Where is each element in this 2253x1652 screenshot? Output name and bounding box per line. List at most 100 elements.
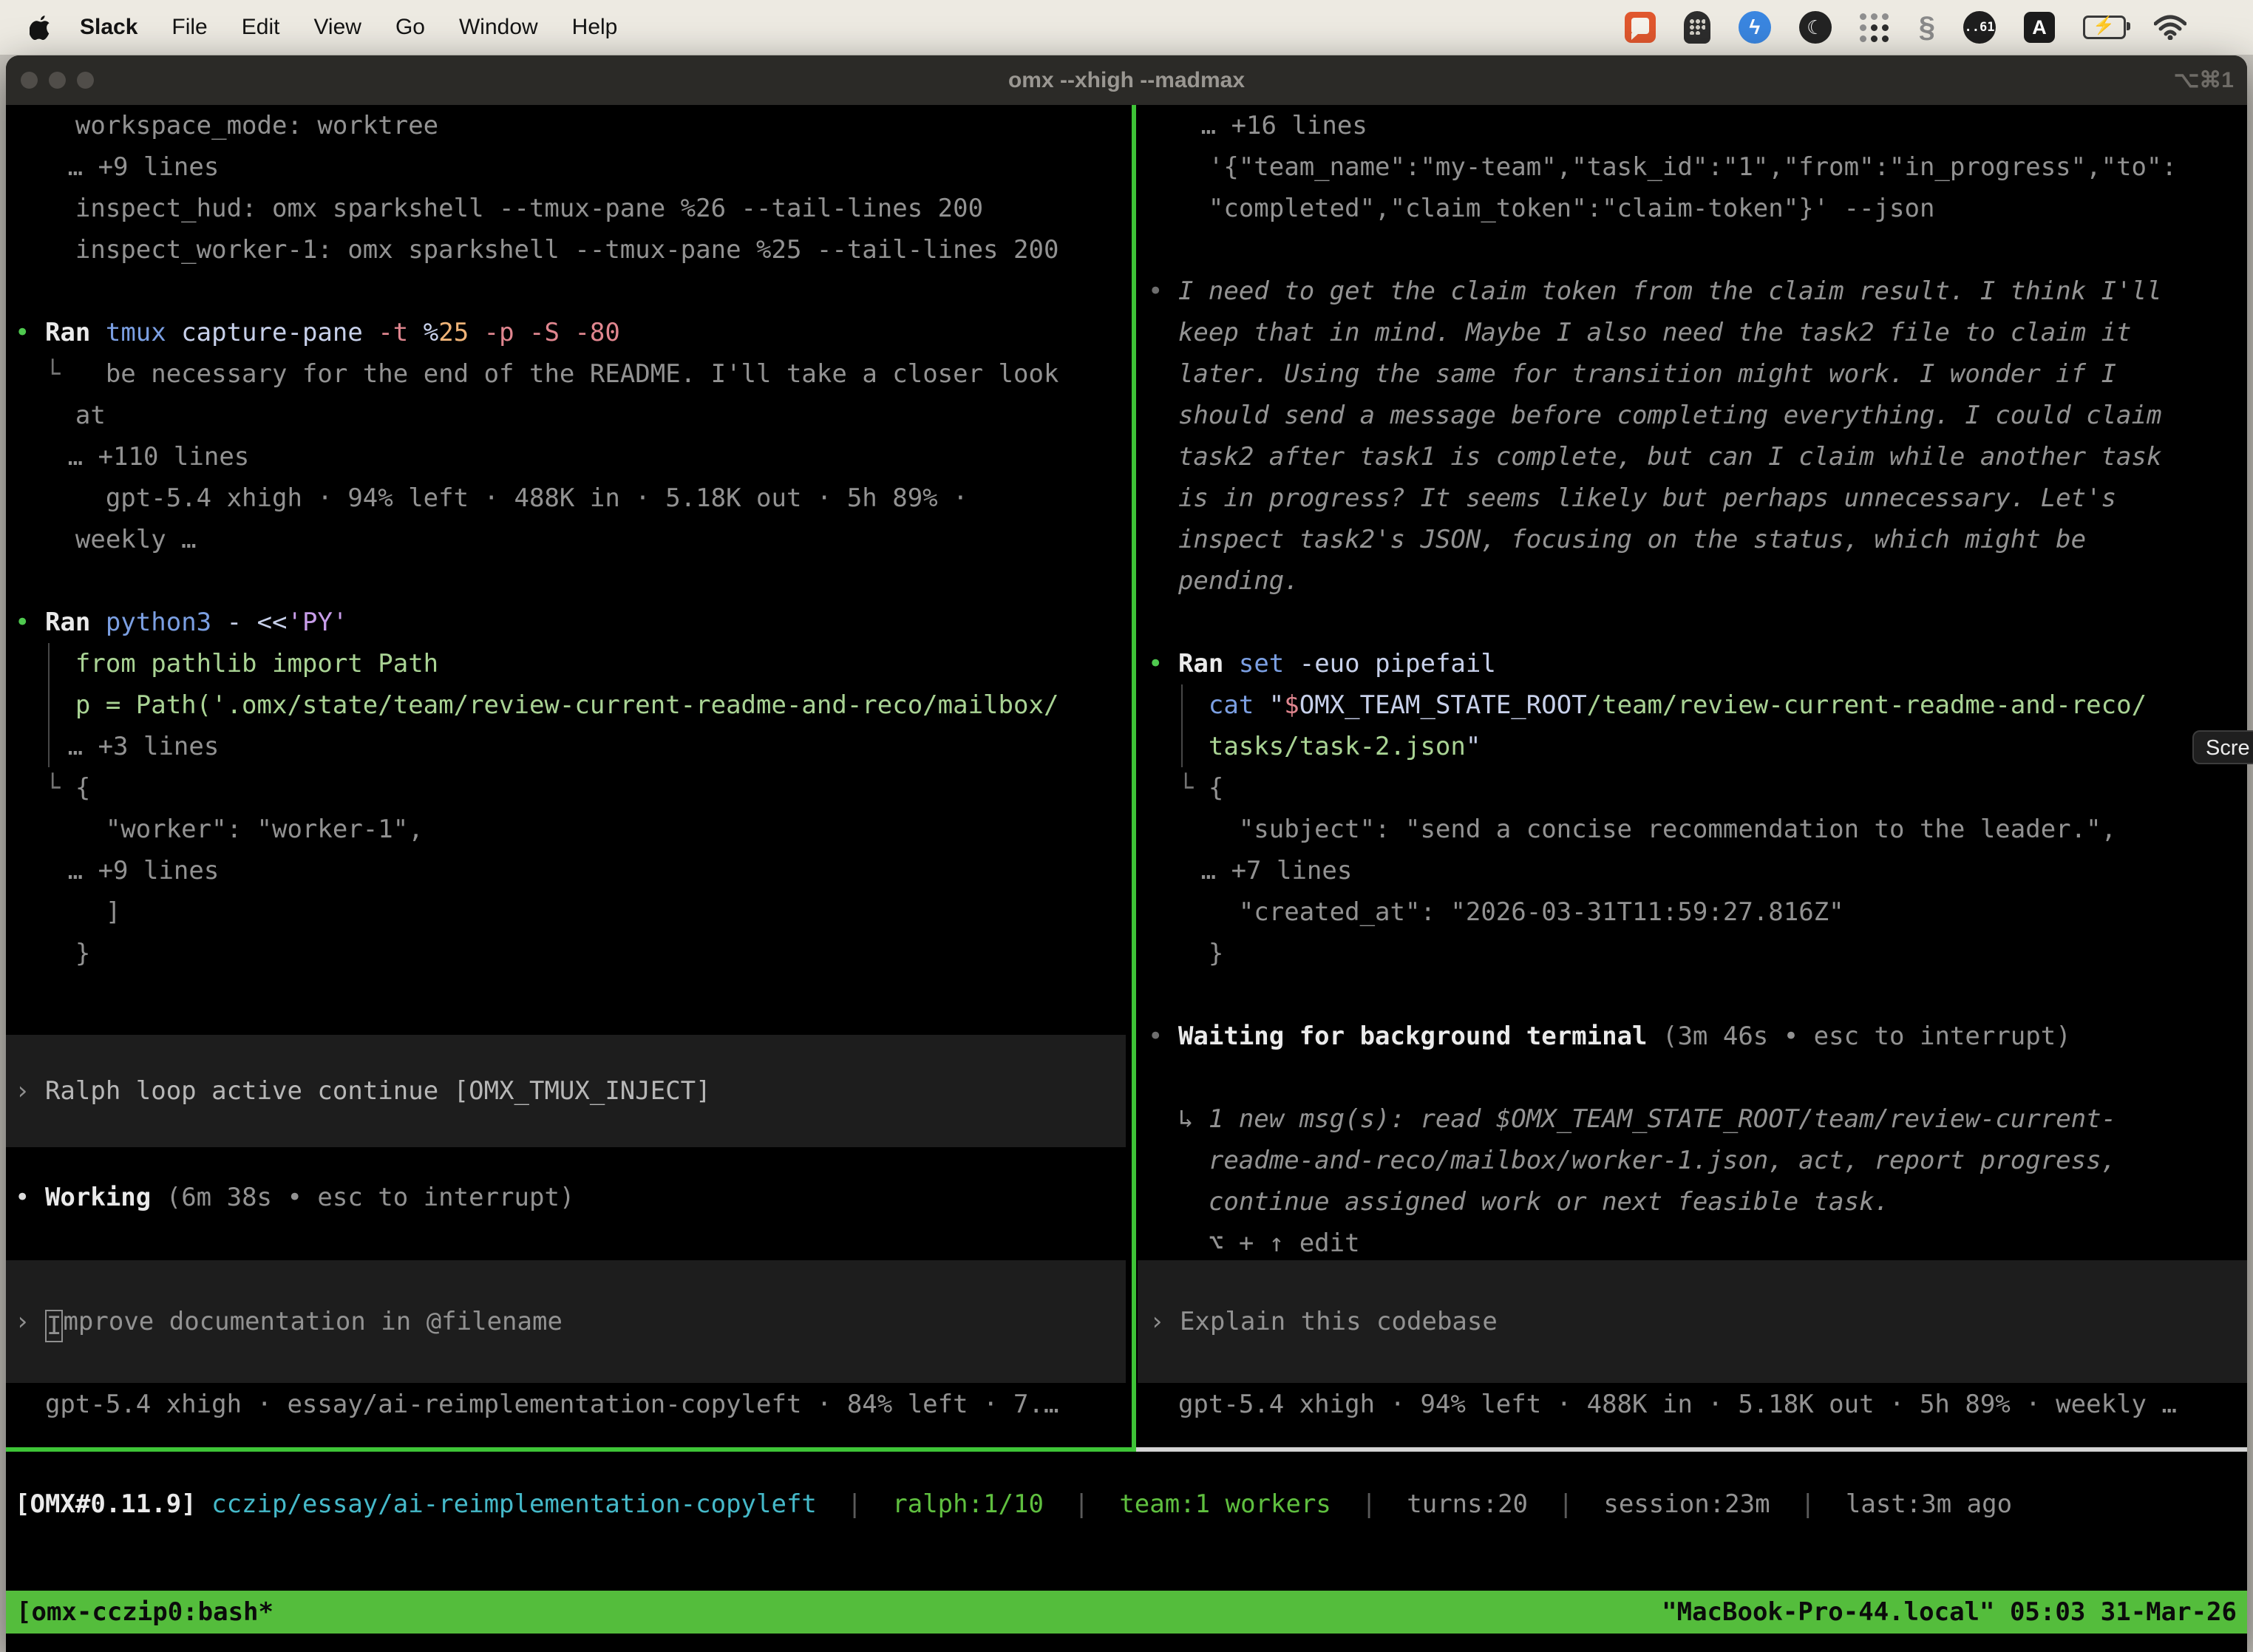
tmux-host-clock-label: "MacBook-Pro-44.local" 05:03 31-Mar-26 [1662, 1591, 2237, 1634]
terminal-line: … +3 lines [6, 726, 1132, 767]
close-button[interactable] [21, 72, 38, 89]
gauge-icon[interactable]: ..61 [1963, 11, 1996, 44]
terminal-line: [OMX#0.11.9] cczip/essay/ai-reimplementa… [15, 1483, 2247, 1525]
terminal-line: • Ran tmux capture-pane -t %25 -p -S -80 [6, 312, 1132, 353]
terminal-line: gpt-5.4 xhigh · 94% left · 488K in · 5.1… [1136, 1384, 2247, 1425]
terminal-line: continue assigned work or next feasible … [1136, 1181, 2247, 1223]
terminal-line: is in progress? It seems likely but perh… [1136, 477, 2247, 519]
terminal-line: • Waiting for background terminal (3m 46… [1136, 1016, 2247, 1057]
window-shortcut-badge: ⌥⌘1 [2174, 67, 2234, 93]
tmux-status-bar: [omx-cczip0:bash* "MacBook-Pro-44.local"… [6, 1591, 2247, 1634]
left-pane-scrollback: workspace_mode: worktree… +9 linesinspec… [6, 105, 1132, 974]
terminal-line: '{"team_name":"my-team","task_id":"1","f… [1136, 146, 2247, 188]
omx-hud-status-line: [OMX#0.11.9] cczip/essay/ai-reimplementa… [6, 1483, 2247, 1525]
stats-curve-icon[interactable]: § [1919, 11, 1935, 44]
terminal-line: inspect_hud: omx sparkshell --tmux-pane … [6, 188, 1132, 229]
terminal-line: "worker": "worker-1", [6, 809, 1132, 850]
focus-moon-icon[interactable]: ☾ [1799, 11, 1832, 44]
terminal-line: ↳ 1 new msg(s): read $OMX_TEAM_STATE_ROO… [1136, 1098, 2247, 1140]
terminal-line: from pathlib import Path [6, 643, 1132, 684]
terminal-line: ] [6, 891, 1132, 933]
left-pane-bottom-border [6, 1447, 1136, 1452]
terminal-line: … +16 lines [1136, 105, 2247, 146]
wifi-icon[interactable] [2154, 15, 2186, 40]
composer-input-right[interactable]: › Explain this codebase [1138, 1260, 2247, 1383]
terminal-line: … +110 lines [6, 436, 1132, 477]
terminal-line: › Improve documentation in @filename [6, 1301, 1126, 1342]
battery-icon[interactable]: ⚡ [2083, 16, 2126, 39]
menu-bar-status-icons: ϟ ☾ § ..61 A ⚡ [1625, 11, 2186, 44]
terminal-line [1136, 1057, 2247, 1098]
terminal-line [6, 560, 1132, 602]
terminal-line: › Ralph loop active continue [OMX_TMUX_I… [6, 1070, 1126, 1112]
left-pane-status-line: gpt-5.4 xhigh · essay/ai-reimplementatio… [6, 1384, 1132, 1425]
terminal-line: task2 after task1 is complete, but can I… [1136, 436, 2247, 477]
terminal-line: "subject": "send a concise recommendatio… [1136, 809, 2247, 850]
terminal-line: … +9 lines [6, 146, 1132, 188]
tmux-pane-left[interactable]: workspace_mode: worktree… +9 linesinspec… [6, 105, 1132, 1447]
terminal-line: └ { [6, 767, 1132, 809]
messenger-icon[interactable]: ϟ [1739, 11, 1771, 44]
terminal-line: } [1136, 933, 2247, 974]
terminal-line: … +7 lines [1136, 850, 2247, 891]
menu-item-help[interactable]: Help [572, 15, 618, 40]
terminal-content: workspace_mode: worktree… +9 linesinspec… [6, 105, 2247, 1652]
terminal-line: › Explain this codebase [1138, 1301, 2247, 1342]
terminal-line: keep that in mind. Maybe I also need the… [1136, 312, 2247, 353]
terminal-line: should send a message before completing … [1136, 395, 2247, 436]
keyboard-shield-icon[interactable] [1684, 11, 1710, 44]
working-status: • Working (6m 38s • esc to interrupt) [6, 1177, 1132, 1218]
zoom-button[interactable] [77, 72, 94, 89]
screenshot-app-icon[interactable] [1625, 12, 1656, 43]
terminal-line: workspace_mode: worktree [6, 105, 1132, 146]
terminal-line: tasks/task-2.json" [1136, 726, 2247, 767]
terminal-line: later. Using the same for transition mig… [1136, 353, 2247, 395]
minimize-button[interactable] [49, 72, 66, 89]
window-title: omx --xhigh --madmax [1008, 68, 1245, 93]
menu-bar: Slack File Edit View Go Window Help ϟ ☾ … [0, 0, 2253, 55]
terminal-line: gpt-5.4 xhigh · 94% left · 488K in · 5.1… [6, 477, 1132, 519]
terminal-window: omx --xhigh --madmax ⌥⌘1 workspace_mode:… [6, 55, 2247, 1652]
menu-item-view[interactable]: View [313, 15, 361, 40]
menu-item-file[interactable]: File [171, 15, 207, 40]
menu-item-go[interactable]: Go [395, 15, 425, 40]
terminal-line: at [6, 395, 1132, 436]
composer-input-left[interactable]: › Improve documentation in @filename [6, 1260, 1126, 1383]
terminal-line: • Working (6m 38s • esc to interrupt) [6, 1177, 1132, 1218]
tmux-session-window-label: [omx-cczip0:bash* [16, 1591, 273, 1634]
tmux-pane-right[interactable]: … +16 lines'{"team_name":"my-team","task… [1136, 105, 2247, 1447]
terminal-line: readme-and-reco/mailbox/worker-1.json, a… [1136, 1140, 2247, 1181]
screen-overlay-button[interactable]: Scre [2192, 730, 2253, 764]
terminal-line [6, 271, 1132, 312]
terminal-line: } [6, 933, 1132, 974]
right-pane-scrollback: … +16 lines'{"team_name":"my-team","task… [1136, 105, 2247, 1264]
terminal-line [1136, 229, 2247, 271]
window-title-bar[interactable]: omx --xhigh --madmax ⌥⌘1 [6, 55, 2247, 105]
terminal-line: • Ran python3 - <<'PY' [6, 602, 1132, 643]
terminal-line: p = Path('.omx/state/team/review-current… [6, 684, 1132, 726]
terminal-line: inspect task2's JSON, focusing on the st… [1136, 519, 2247, 560]
menu-item-edit[interactable]: Edit [242, 15, 280, 40]
terminal-line: • I need to get the claim token from the… [1136, 271, 2247, 312]
menu-item-app[interactable]: Slack [80, 15, 137, 40]
menu-item-window[interactable]: Window [459, 15, 538, 40]
terminal-line: gpt-5.4 xhigh · essay/ai-reimplementatio… [6, 1384, 1132, 1425]
input-source-icon[interactable]: A [2024, 12, 2055, 43]
right-pane-status-line: gpt-5.4 xhigh · 94% left · 488K in · 5.1… [1136, 1384, 2247, 1425]
terminal-line [1136, 602, 2247, 643]
terminal-line: ⌥ + ↑ edit [1136, 1223, 2247, 1264]
terminal-line: inspect_worker-1: omx sparkshell --tmux-… [6, 229, 1132, 271]
dots-grid-icon[interactable] [1860, 12, 1891, 43]
terminal-line: cat "$OMX_TEAM_STATE_ROOT/team/review-cu… [1136, 684, 2247, 726]
terminal-line: └ { [1136, 767, 2247, 809]
terminal-line [1136, 974, 2247, 1016]
terminal-line: "created_at": "2026-03-31T11:59:27.816Z" [1136, 891, 2247, 933]
terminal-line: … +9 lines [6, 850, 1132, 891]
apple-menu-icon[interactable] [30, 14, 52, 41]
terminal-line: "completed","claim_token":"claim-token"}… [1136, 188, 2247, 229]
terminal-line: weekly … [6, 519, 1132, 560]
ralph-loop-banner: › Ralph loop active continue [OMX_TMUX_I… [6, 1035, 1126, 1147]
right-pane-bottom-border [1136, 1447, 2247, 1452]
terminal-line: pending. [1136, 560, 2247, 602]
terminal-line: • Ran set -euo pipefail [1136, 643, 2247, 684]
